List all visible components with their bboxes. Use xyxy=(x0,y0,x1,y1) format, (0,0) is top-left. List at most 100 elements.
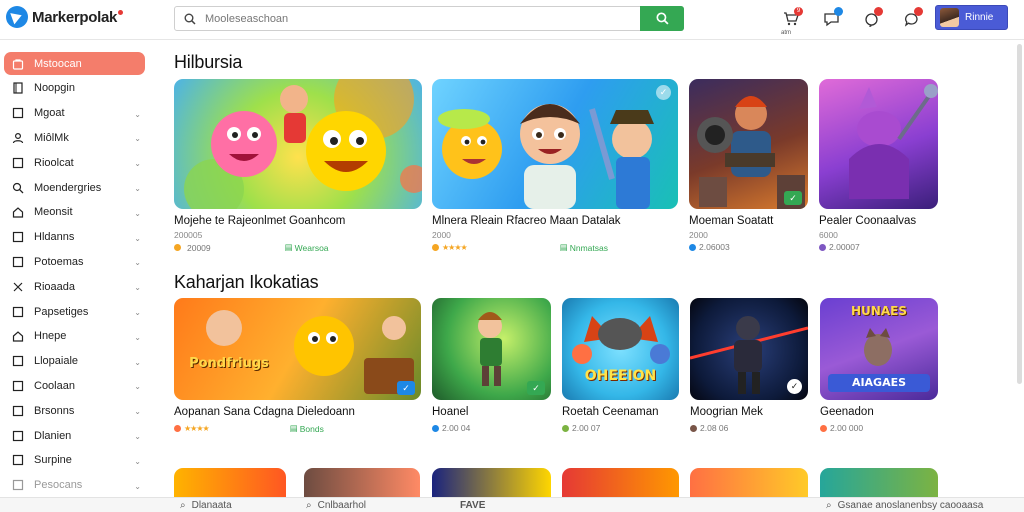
sidebar-item-label: Brsonns xyxy=(34,404,75,417)
card-meta-value: 2.08 06 xyxy=(700,423,729,433)
sidebar-item[interactable]: MiôlMk ⌄ xyxy=(4,126,145,149)
home-icon xyxy=(11,206,24,219)
chevron-down-icon[interactable]: ⌄ xyxy=(134,308,141,317)
game-thumbnail xyxy=(304,468,420,498)
chevron-down-icon[interactable]: ⌄ xyxy=(134,283,141,292)
game-card[interactable]: ✓ Moeman Soatatt 2000 2.06003 xyxy=(689,79,808,252)
thumbnail-subtitle: AIAGAES xyxy=(851,376,907,389)
platform-dot-icon xyxy=(819,243,826,251)
card-subtitle: 2000 xyxy=(432,230,451,240)
bottom-item[interactable]: ⌕ Cnlbaarhol xyxy=(306,500,366,511)
sidebar-item[interactable]: Rioaada ⌄ xyxy=(4,275,145,298)
thumbnail-title: OHEEION xyxy=(584,368,657,384)
chevron-down-icon[interactable]: ⌄ xyxy=(134,134,141,143)
card-title: Hoanel xyxy=(432,406,469,418)
platform-dot-icon xyxy=(689,243,696,251)
sidebar-item[interactable]: Hnepe ⌄ xyxy=(4,325,145,348)
user-menu-button[interactable]: Rinnie xyxy=(935,5,1008,30)
card-title: Moogrian Mek xyxy=(690,406,763,418)
scrollbar[interactable] xyxy=(1017,44,1022,384)
notification-button[interactable] xyxy=(858,6,884,32)
sidebar-item-label: Hldanns xyxy=(34,231,75,244)
bottom-item[interactable]: ⌕ Gsanae anoslanenbsy caooaasa xyxy=(826,500,983,511)
chat-button[interactable] xyxy=(818,6,844,32)
sidebar-item[interactable]: Noopgin xyxy=(4,77,145,100)
game-card[interactable]: ✓ Mlnera Rleain Rfacreo Maan Datalak 200… xyxy=(432,79,678,253)
card-meta: ★★★★ ▤ Nnmatsas xyxy=(432,242,678,253)
game-thumbnail: ✓ xyxy=(690,298,808,400)
card-meta: 2.00 04 xyxy=(432,423,551,433)
check-icon: ✓ xyxy=(527,381,545,395)
notification-badge-icon xyxy=(874,7,883,16)
sidebar-item[interactable]: Hldanns ⌄ xyxy=(4,226,145,249)
box-icon xyxy=(11,379,24,392)
sidebar-item[interactable]: Surpine ⌄ xyxy=(4,449,145,472)
chevron-down-icon[interactable]: ⌄ xyxy=(134,234,141,243)
card-meta-value: 20009 xyxy=(187,242,211,253)
thumbnail-title: Pondfriugs xyxy=(189,356,269,371)
card-title: Aopanan Sana Cdagna Dieledoann xyxy=(174,406,355,418)
game-card[interactable] xyxy=(304,468,420,498)
sidebar-item-label: Meonsit xyxy=(34,206,73,219)
bottom-item-label: Dlanaata xyxy=(191,500,232,511)
sidebar-item[interactable]: Mstoocan xyxy=(4,52,145,75)
card-title: Mlnera Rleain Rfacreo Maan Datalak xyxy=(432,215,621,227)
search-button[interactable] xyxy=(640,6,684,31)
cart-button[interactable]: 9 atm xyxy=(778,6,804,36)
game-card[interactable]: Pealer Coonaalvas 6000 2.00007 xyxy=(819,79,938,252)
sidebar-item[interactable]: Llopaiale ⌄ xyxy=(4,350,145,373)
logo-dot-icon xyxy=(118,9,124,15)
check-icon: ✓ xyxy=(784,191,802,205)
sidebar-item[interactable]: Brsonns ⌄ xyxy=(4,399,145,422)
sidebar-item[interactable]: Papsetiges ⌄ xyxy=(4,300,145,323)
sidebar-item[interactable]: Pesocans ⌄ xyxy=(4,474,145,497)
chevron-down-icon[interactable]: ⌄ xyxy=(134,432,141,441)
search-input[interactable] xyxy=(205,8,640,29)
game-card[interactable]: Mojehe te Rajeonlmet Goanhcom 200005 200… xyxy=(174,79,422,253)
card-meta: 2.06003 xyxy=(689,242,808,252)
chevron-down-icon[interactable]: ⌄ xyxy=(134,482,141,491)
header-icons: 9 atm xyxy=(778,6,924,36)
search-icon xyxy=(11,181,24,194)
sidebar-item[interactable]: Meonsit ⌄ xyxy=(4,201,145,224)
box-icon xyxy=(11,454,24,467)
chevron-down-icon[interactable]: ⌄ xyxy=(134,159,141,168)
sidebar-item-label: Pesocans xyxy=(34,479,83,492)
chevron-down-icon[interactable]: ⌄ xyxy=(134,382,141,391)
game-card[interactable] xyxy=(432,468,551,498)
sidebar-item[interactable]: Coolaan ⌄ xyxy=(4,374,145,397)
game-card[interactable] xyxy=(174,468,286,498)
logo[interactable]: Markerpolak xyxy=(6,6,124,28)
card-meta-value: 2.06003 xyxy=(699,242,730,252)
card-title: Roetah Ceenaman xyxy=(562,406,659,418)
chevron-down-icon[interactable]: ⌄ xyxy=(134,110,141,119)
bottom-item[interactable]: FAVE xyxy=(460,500,485,511)
thumbnail-art xyxy=(438,104,654,209)
sidebar-item[interactable]: Rioolcat ⌄ xyxy=(4,151,145,174)
chevron-down-icon[interactable]: ⌄ xyxy=(134,457,141,466)
sidebar-item[interactable]: Moendergries ⌄ xyxy=(4,176,145,199)
game-card[interactable] xyxy=(820,468,938,498)
sidebar-item[interactable]: Potoemas ⌄ xyxy=(4,250,145,273)
chevron-down-icon[interactable]: ⌄ xyxy=(134,184,141,193)
chevron-down-icon[interactable]: ⌄ xyxy=(134,407,141,416)
game-card[interactable]: OHEEION Roetah Ceenaman 2.00 07 xyxy=(562,298,679,433)
game-card[interactable]: HUNAES AIAGAES Geenadon 2.00 000 xyxy=(820,298,938,433)
chevron-down-icon[interactable]: ⌄ xyxy=(134,209,141,218)
chevron-down-icon[interactable]: ⌄ xyxy=(134,258,141,267)
chevron-down-icon[interactable]: ⌄ xyxy=(134,333,141,342)
game-card[interactable]: ✓ Hoanel 2.00 04 xyxy=(432,298,551,433)
platform-dot-icon xyxy=(432,424,439,432)
game-card[interactable] xyxy=(690,468,808,498)
sidebar-item-label: Mgoat xyxy=(34,107,65,120)
game-card[interactable] xyxy=(562,468,679,498)
sidebar-item[interactable]: Mgoat ⌄ xyxy=(4,102,145,125)
game-thumbnail xyxy=(820,468,938,498)
chevron-down-icon[interactable]: ⌄ xyxy=(134,358,141,367)
bottom-item[interactable]: ⌕ Dlanaata xyxy=(180,500,232,511)
game-card[interactable]: Pondfriugs ✓ Aopanan Sana Cdagna Dieledo… xyxy=(174,298,421,434)
game-card[interactable]: ✓ Moogrian Mek 2.08 06 xyxy=(690,298,808,433)
message-button[interactable] xyxy=(898,6,924,32)
card-title: Pealer Coonaalvas xyxy=(819,215,917,227)
sidebar-item[interactable]: Dlanien ⌄ xyxy=(4,424,145,447)
